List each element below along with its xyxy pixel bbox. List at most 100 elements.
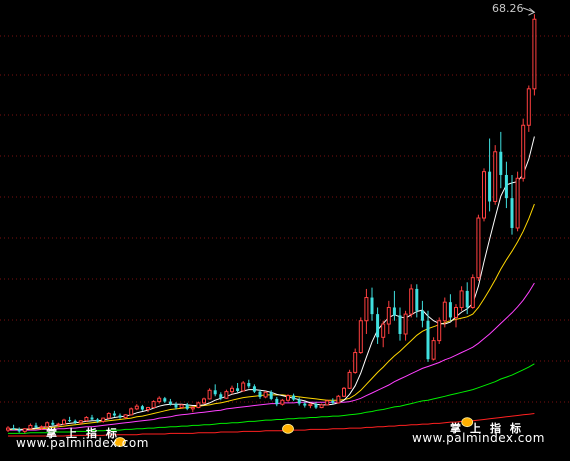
candle-body: [431, 340, 436, 360]
candle-body: [331, 400, 335, 403]
candle: [314, 402, 318, 409]
candle-body: [241, 382, 246, 392]
candle-body: [62, 419, 66, 425]
candle-body: [420, 310, 424, 321]
candle-body: [521, 124, 526, 179]
candle-body: [459, 290, 464, 308]
candle-body: [292, 395, 296, 400]
candle: [353, 348, 358, 374]
candle-body: [96, 419, 100, 422]
candle-body: [230, 387, 234, 393]
candle: [28, 423, 33, 430]
candle: [392, 290, 396, 321]
ma-long-line: [8, 282, 535, 431]
candle-body: [224, 391, 229, 399]
candle-body: [219, 394, 223, 399]
candle: [17, 427, 21, 433]
candle: [112, 410, 116, 417]
candle-body: [202, 398, 206, 404]
candle: [118, 413, 122, 419]
candle-body: [325, 400, 330, 406]
candle: [6, 426, 10, 433]
candle: [308, 402, 313, 409]
candle: [420, 300, 424, 328]
candle: [146, 406, 150, 413]
candle-body: [482, 171, 486, 219]
candle: [185, 402, 189, 411]
candle: [381, 320, 386, 348]
candle: [476, 214, 481, 281]
candle-body: [146, 407, 150, 411]
candle-body: [163, 398, 167, 402]
candle: [134, 404, 139, 411]
peak-arrow-line: [522, 7, 535, 13]
candle-body: [196, 402, 201, 409]
candle-body: [510, 198, 514, 228]
candle-body: [476, 217, 481, 279]
candle-body: [454, 306, 458, 318]
candle: [526, 85, 531, 132]
candle: [336, 394, 341, 404]
candle-body: [6, 427, 10, 431]
candle-body: [465, 290, 469, 308]
candle-body: [358, 320, 363, 354]
candle: [292, 393, 296, 401]
candle-body: [370, 297, 374, 315]
candle-body: [17, 429, 21, 432]
candle: [123, 414, 128, 419]
candle: [331, 398, 335, 405]
candle: [213, 384, 217, 397]
candle-body: [381, 323, 386, 338]
candle: [470, 274, 475, 309]
peak-price-label: 68.26: [492, 2, 524, 15]
candle: [409, 284, 414, 318]
candle-body: [168, 401, 172, 405]
candle-body: [247, 383, 251, 387]
candle-body: [286, 395, 290, 401]
peak-arrow-head: [528, 7, 536, 16]
candle: [163, 396, 167, 403]
candle-body: [499, 151, 503, 175]
candles: [6, 14, 537, 434]
candle-body: [504, 174, 508, 199]
candle-body: [28, 424, 33, 430]
candle-body: [386, 306, 391, 325]
candle-body: [129, 408, 134, 416]
candle-body: [392, 307, 396, 316]
candle: [431, 337, 436, 361]
candle: [140, 404, 144, 411]
candle: [62, 418, 66, 425]
candle: [403, 310, 408, 341]
candle-body: [280, 399, 285, 405]
candle-body: [269, 392, 273, 399]
candle: [454, 304, 458, 328]
candle-body: [68, 420, 72, 422]
candle: [207, 388, 212, 400]
candle-body: [190, 407, 195, 410]
candle-body: [515, 177, 520, 229]
candle-body: [263, 391, 268, 398]
candle-body: [409, 288, 414, 315]
candle-body: [437, 320, 442, 342]
candle-body: [347, 371, 352, 389]
candle-body: [448, 302, 452, 318]
candle-body: [101, 417, 106, 422]
signal-marker: [282, 423, 294, 434]
candle-body: [185, 404, 189, 409]
candle-body: [84, 416, 89, 422]
candle-body: [488, 171, 492, 202]
candle: [437, 317, 442, 344]
candle: [151, 400, 156, 409]
candle-body: [258, 391, 262, 397]
candle: [482, 168, 486, 222]
candle-body: [112, 413, 116, 416]
candle-body: [319, 404, 324, 409]
candle: [258, 389, 262, 399]
candle-body: [364, 297, 369, 322]
candle-body: [39, 426, 44, 429]
candle: [230, 385, 234, 395]
candle-body: [376, 314, 380, 338]
candle-body: [12, 428, 16, 430]
candle: [68, 416, 72, 423]
candle-body: [353, 352, 358, 373]
